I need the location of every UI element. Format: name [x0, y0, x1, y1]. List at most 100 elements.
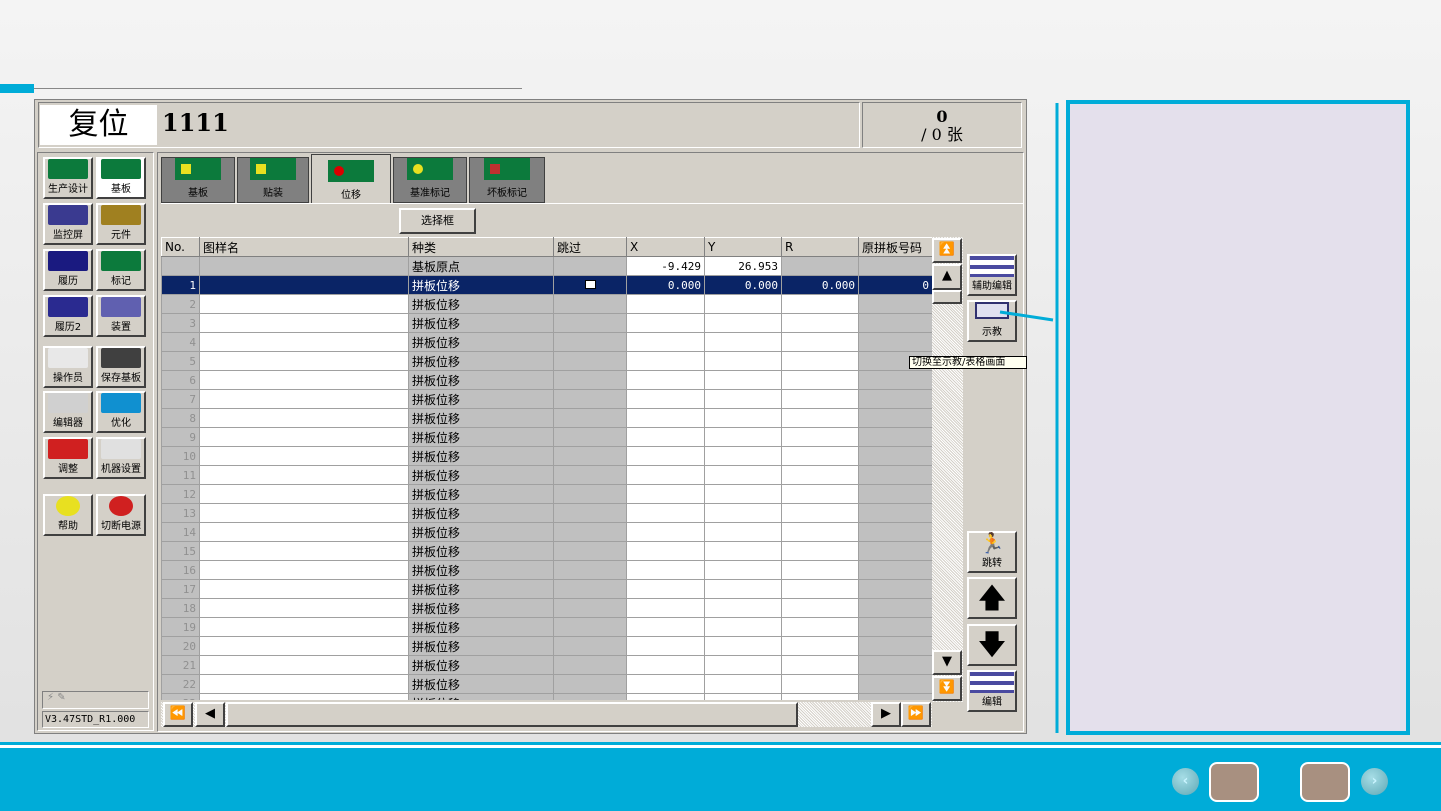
sidebar-button-6[interactable]: 履历2: [43, 295, 93, 337]
scroll-thumb[interactable]: [932, 290, 962, 304]
table-row[interactable]: 4 拼板位移: [161, 332, 932, 352]
sidebar-button-7[interactable]: 装置: [96, 295, 146, 337]
table-row[interactable]: 6 拼板位移: [161, 370, 932, 390]
table-row[interactable]: 3 拼板位移: [161, 313, 932, 333]
row-number: 4: [161, 332, 200, 352]
table-row[interactable]: 5 拼板位移: [161, 351, 932, 371]
column-header[interactable]: 图样名: [199, 237, 409, 257]
row-number: 16: [161, 560, 200, 580]
row-number: 20: [161, 636, 200, 656]
scroll-left-button[interactable]: ◀: [195, 702, 225, 727]
scroll-up-button[interactable]: ▲: [932, 264, 962, 290]
column-header[interactable]: Y: [704, 237, 782, 257]
sidebar-button-10[interactable]: 编辑器: [43, 391, 93, 433]
type-cell: 拼板位移: [408, 522, 554, 542]
table-row[interactable]: 11 拼板位移: [161, 465, 932, 485]
table-row[interactable]: 20 拼板位移: [161, 636, 932, 656]
row-number: 15: [161, 541, 200, 561]
orig-cell: 0: [858, 275, 932, 295]
column-header[interactable]: 跳过: [553, 237, 627, 257]
skip-checkbox[interactable]: [584, 280, 596, 289]
row-number: 11: [161, 465, 200, 485]
table-row[interactable]: 9 拼板位移: [161, 427, 932, 447]
sidebar-button-9[interactable]: 保存基板: [96, 346, 146, 388]
sidebar-button-3[interactable]: 元件: [96, 203, 146, 245]
tab-4[interactable]: 坏板标记: [469, 157, 545, 203]
sidebar-button-14[interactable]: 帮助: [43, 494, 93, 536]
type-cell: 拼板位移: [408, 560, 554, 580]
row-number: 18: [161, 598, 200, 618]
wrench-icon: [48, 439, 88, 459]
tab-label: 基板: [188, 188, 208, 199]
type-cell: 拼板位移: [408, 408, 554, 428]
sidebar-button-0[interactable]: 生产设计: [43, 157, 93, 199]
sidebar-button-label: 装置: [111, 322, 131, 333]
sidebar-button-11[interactable]: 优化: [96, 391, 146, 433]
row-number: 22: [161, 674, 200, 694]
sidebar-button-12[interactable]: 调整: [43, 437, 93, 479]
prev-page-button[interactable]: ‹: [1172, 768, 1199, 795]
horizontal-scroll-thumb[interactable]: [226, 702, 798, 727]
history-icon: [48, 251, 88, 271]
x-cell[interactable]: -9.429: [626, 256, 705, 276]
table-row[interactable]: 10 拼板位移: [161, 446, 932, 466]
scroll-first-button[interactable]: ⏪: [163, 702, 193, 727]
tab-3[interactable]: 基准标记: [393, 157, 467, 203]
table-row[interactable]: 13 拼板位移: [161, 503, 932, 523]
table-row[interactable]: 12 拼板位移: [161, 484, 932, 504]
nav-square-button-1[interactable]: [1209, 762, 1259, 802]
sidebar-button-15[interactable]: 切断电源: [96, 494, 146, 536]
table-row-origin[interactable]: 基板原点 -9.429 26.953: [161, 256, 932, 276]
sidebar-button-1[interactable]: 基板: [96, 157, 146, 199]
history2-icon: [48, 297, 88, 317]
table-row[interactable]: 14 拼板位移: [161, 522, 932, 542]
editor-icon: [48, 393, 88, 413]
table-row[interactable]: 1 拼板位移 0.000 0.000 0.000 0: [161, 275, 932, 295]
scroll-last-button[interactable]: ⏩: [901, 702, 931, 727]
table-row[interactable]: 15 拼板位移: [161, 541, 932, 561]
tab-icon: [407, 158, 453, 180]
row-number: 17: [161, 579, 200, 599]
column-header[interactable]: No.: [161, 237, 200, 257]
table-row[interactable]: 8 拼板位移: [161, 408, 932, 428]
r-cell[interactable]: 0.000: [781, 275, 859, 295]
y-cell[interactable]: 26.953: [704, 256, 782, 276]
column-header[interactable]: 原拼板号码: [858, 237, 932, 257]
sidebar-button-2[interactable]: 监控屏: [43, 203, 93, 245]
column-header[interactable]: X: [626, 237, 705, 257]
tab-0[interactable]: 基板: [161, 157, 235, 203]
type-cell: 拼板位移: [408, 332, 554, 352]
tab-2[interactable]: 位移: [311, 154, 391, 204]
tab-1[interactable]: 贴装: [237, 157, 309, 203]
scroll-top-button[interactable]: ⏫: [932, 238, 962, 263]
sidebar-button-13[interactable]: 机器设置: [96, 437, 146, 479]
table-row[interactable]: 18 拼板位移: [161, 598, 932, 618]
scroll-right-button[interactable]: ▶: [871, 702, 901, 727]
column-header[interactable]: R: [781, 237, 859, 257]
sidebar-button-4[interactable]: 履历: [43, 249, 93, 291]
table-row[interactable]: 23 拼板位移: [161, 693, 932, 700]
table-row[interactable]: 2 拼板位移: [161, 294, 932, 314]
table-row[interactable]: 19 拼板位移: [161, 617, 932, 637]
tab-label: 贴装: [263, 188, 283, 199]
sidebar-button-label: 调整: [58, 464, 78, 475]
vertical-scrollbar[interactable]: [932, 237, 963, 702]
table-row[interactable]: 16 拼板位移: [161, 560, 932, 580]
sidebar-button-5[interactable]: 标记: [96, 249, 146, 291]
select-frame-button[interactable]: 选择框: [399, 208, 476, 234]
table-row[interactable]: 22 拼板位移: [161, 674, 932, 694]
scroll-down-button[interactable]: ▼: [932, 650, 962, 675]
scroll-bottom-button[interactable]: ⏬: [932, 676, 962, 701]
column-header[interactable]: 种类: [408, 237, 554, 257]
y-cell[interactable]: 0.000: [704, 275, 782, 295]
table-row[interactable]: 17 拼板位移: [161, 579, 932, 599]
title-divider: [34, 88, 522, 89]
sidebar-button-8[interactable]: 操作员: [43, 346, 93, 388]
nav-square-button-2[interactable]: [1300, 762, 1350, 802]
next-page-button[interactable]: ›: [1361, 768, 1388, 795]
component-icon: [101, 205, 141, 225]
table-row[interactable]: 21 拼板位移: [161, 655, 932, 675]
table-row[interactable]: 7 拼板位移: [161, 389, 932, 409]
x-cell[interactable]: 0.000: [626, 275, 705, 295]
type-cell: 拼板位移: [408, 674, 554, 694]
